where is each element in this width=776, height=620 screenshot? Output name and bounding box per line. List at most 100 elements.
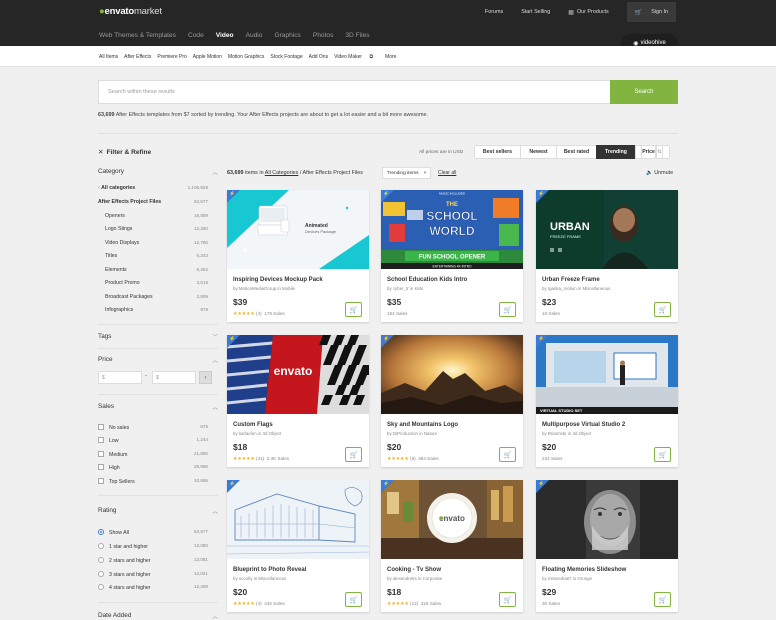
price-min-input[interactable]: $	[98, 371, 142, 384]
subnav-premiere-pro[interactable]: Premiere Pro	[157, 54, 186, 60]
product-author[interactable]: by Briannsbr in 3d Object	[542, 431, 591, 436]
active-filter-chip[interactable]: Trending items ×	[382, 167, 432, 179]
category-infographics[interactable]: Infographics 978	[105, 307, 208, 313]
sign-in-button[interactable]: 🛒 Sign In	[626, 2, 676, 22]
subnav-stock-footage[interactable]: Stock Footage	[270, 54, 302, 60]
nav-3d-files[interactable]: 3D Files	[345, 32, 369, 39]
rating-2-stars[interactable]: 2 stars and higher 13,081	[98, 557, 208, 564]
radio-button[interactable]	[98, 584, 104, 590]
price-go-button[interactable]: ›	[199, 371, 212, 384]
clear-all-link[interactable]: Clear all	[438, 170, 456, 176]
product-author[interactable]: by cyber_tr in Kids	[387, 286, 423, 291]
product-card[interactable]: ⚡ Floating Memories Slideshow by mismedi…	[536, 480, 678, 612]
category-titles[interactable]: Titles 6,243	[105, 253, 208, 259]
product-preview[interactable]: ⚡	[536, 480, 678, 559]
product-card[interactable]: MUSIC INCLUDED THE SCHOOL WORLD FUN SCHO…	[381, 190, 523, 322]
product-preview[interactable]: MUSIC INCLUDED THE SCHOOL WORLD FUN SCHO…	[381, 190, 523, 269]
radio-button[interactable]	[98, 543, 104, 549]
product-title[interactable]: Blueprint to Photo Reveal	[233, 567, 306, 573]
add-to-cart-button[interactable]: 🛒	[499, 447, 516, 462]
category-logo-stings[interactable]: Logo Stings 13,280	[105, 226, 208, 232]
checkbox[interactable]	[98, 478, 104, 484]
checkbox[interactable]	[98, 424, 104, 430]
category-product-promo[interactable]: Product Promo 3,615	[105, 280, 208, 286]
all-categories-link[interactable]: All Categories	[265, 170, 299, 176]
product-title[interactable]: Cooking - Tv Show	[387, 567, 441, 573]
product-preview[interactable]: envato ⚡	[381, 480, 523, 559]
sort-price[interactable]: Price ⇅	[635, 145, 670, 159]
rating-show-all[interactable]: Show All 63,677	[98, 529, 208, 536]
checkbox[interactable]	[98, 437, 104, 443]
product-preview[interactable]: URBAN FREEZE FRAME ⚡	[536, 190, 678, 269]
product-preview[interactable]: ⚡	[227, 480, 369, 559]
category-openers[interactable]: Openers 16,809	[105, 213, 208, 219]
subnav-motion-graphics[interactable]: Motion Graphics	[228, 54, 264, 60]
subnav-more[interactable]: More	[385, 54, 396, 60]
nav-code[interactable]: Code	[188, 32, 204, 39]
product-author[interactable]: by MotionMediaGroup in Mobile	[233, 286, 295, 291]
product-card[interactable]: URBAN FREEZE FRAME ⚡ Urban Freeze Frame …	[536, 190, 678, 322]
subnav-add-ons[interactable]: Add Ons	[309, 54, 328, 60]
product-preview[interactable]: VIRTUAL STUDIO SET ⚡	[536, 335, 678, 414]
product-card[interactable]: Animated Devices Package ⚡ Inspiring Dev…	[227, 190, 369, 322]
nav-photos[interactable]: Photos	[313, 32, 334, 39]
product-card[interactable]: ⚡ Blueprint to Photo Reveal by occolty i…	[227, 480, 369, 612]
sales-header[interactable]: Sales ︿	[98, 403, 218, 411]
search-input[interactable]: Search within these results	[98, 80, 611, 104]
envato-market-logo[interactable]: ●envatomarket	[99, 6, 162, 17]
product-card[interactable]: ⚡ Sky and Mountains Logo by DiProduction…	[381, 335, 523, 467]
radio-button[interactable]	[98, 529, 104, 535]
product-title[interactable]: Urban Freeze Frame	[542, 277, 600, 283]
our-products-link[interactable]: ▦ Our Products	[568, 9, 608, 16]
product-title[interactable]: School Education Kids Intro	[387, 277, 467, 283]
sales-low[interactable]: Low 1,244	[98, 437, 208, 444]
sales-high[interactable]: High 28,996	[98, 464, 208, 471]
add-to-cart-button[interactable]: 🛒	[499, 592, 516, 607]
rating-header[interactable]: Rating ︿	[98, 507, 218, 515]
category-header[interactable]: Category ︿	[98, 168, 218, 176]
nav-audio[interactable]: Audio	[246, 32, 263, 39]
category-all[interactable]: ‹ All categories 1,108,929	[98, 185, 208, 191]
nav-video[interactable]: Video	[216, 32, 234, 39]
radio-button[interactable]	[98, 557, 104, 563]
subnav-apple-motion[interactable]: Apple Motion	[193, 54, 222, 60]
product-card[interactable]: envato ⚡ Custom Flags by karlaelon in 3d…	[227, 335, 369, 467]
product-title[interactable]: Floating Memories Slideshow	[542, 567, 626, 573]
sort-trending[interactable]: Trending	[596, 145, 636, 159]
product-author[interactable]: by occolty in Miscellaneous	[233, 576, 286, 581]
unmute-button[interactable]: 🔈 Unmute	[646, 170, 673, 176]
price-header[interactable]: Price ︿	[98, 356, 218, 364]
product-author[interactable]: by DiProduction in Nature	[387, 431, 437, 436]
category-video-displays[interactable]: Video Displays 12,780	[105, 240, 208, 246]
product-author[interactable]: by alexandretts in Corporate	[387, 576, 442, 581]
rating-3-stars[interactable]: 3 stars and higher 13,021	[98, 571, 208, 578]
sales-top-sellers[interactable]: Top Sellers 10,665	[98, 478, 208, 485]
subnav-video-maker[interactable]: Video Maker ⧉	[334, 54, 379, 60]
product-card[interactable]: VIRTUAL STUDIO SET ⚡ Multipurpose Virtua…	[536, 335, 678, 467]
product-preview[interactable]: envato ⚡	[227, 335, 369, 414]
sales-medium[interactable]: Medium 21,800	[98, 451, 208, 458]
add-to-cart-button[interactable]: 🛒	[654, 302, 671, 317]
subnav-all-items[interactable]: All Items	[99, 54, 118, 60]
sort-best-rated[interactable]: Best rated	[556, 145, 597, 159]
radio-button[interactable]	[98, 571, 104, 577]
product-author[interactable]: by karlaelon in 3d Object	[233, 431, 281, 436]
product-author[interactable]: by mismedia87 in Grunge	[542, 576, 592, 581]
add-to-cart-button[interactable]: 🛒	[499, 302, 516, 317]
product-card[interactable]: envato ⚡ Cooking - Tv Show by alexandret…	[381, 480, 523, 612]
add-to-cart-button[interactable]: 🛒	[654, 592, 671, 607]
add-to-cart-button[interactable]: 🛒	[654, 447, 671, 462]
checkbox[interactable]	[98, 464, 104, 470]
subnav-after-effects[interactable]: After Effects	[124, 54, 151, 60]
sales-no-sales[interactable]: No sales 975	[98, 424, 208, 431]
add-to-cart-button[interactable]: 🛒	[345, 447, 362, 462]
search-button[interactable]: Search	[610, 80, 678, 104]
add-to-cart-button[interactable]: 🛒	[345, 592, 362, 607]
product-title[interactable]: Multipurpose Virtual Studio 2	[542, 422, 625, 428]
start-selling-link[interactable]: Start Selling	[521, 9, 550, 15]
sort-newest[interactable]: Newest	[520, 145, 557, 159]
category-broadcast-packages[interactable]: Broadcast Packages 2,809	[105, 294, 208, 300]
category-after-effects[interactable]: After Effects Project Files 63,677	[98, 199, 208, 205]
product-title[interactable]: Inspiring Devices Mockup Pack	[233, 277, 323, 283]
checkbox[interactable]	[98, 451, 104, 457]
